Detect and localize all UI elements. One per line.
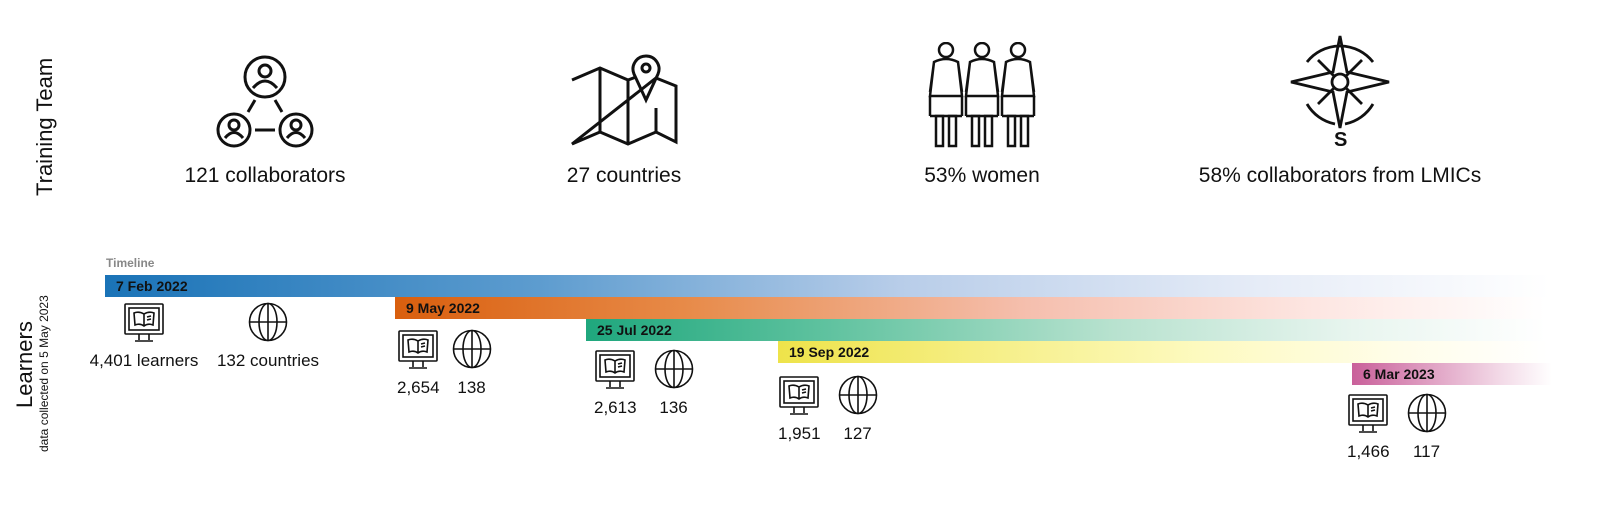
stat-collaborators: 121 collaborators bbox=[85, 50, 445, 188]
cohort-bar-jul-2022: 25 Jul 2022 bbox=[586, 319, 1546, 341]
country-count: 132 countries bbox=[216, 351, 320, 370]
learner-count: 4,401 learners bbox=[89, 351, 199, 370]
training-team-label: Training Team bbox=[32, 57, 57, 196]
elearning-monitor-icon bbox=[779, 376, 820, 415]
stat-women: 53% women bbox=[802, 42, 1162, 188]
cohort-bar-feb-2022: 7 Feb 2022 bbox=[105, 275, 1550, 297]
map-pin-icon bbox=[571, 54, 678, 146]
collaborators-network-icon bbox=[216, 55, 314, 148]
timeline-label: Timeline bbox=[106, 256, 155, 270]
country-count: 117 bbox=[1412, 442, 1441, 461]
elearning-monitor-icon bbox=[124, 303, 164, 342]
stat-countries: 27 countries bbox=[444, 50, 804, 188]
learner-count: 1,466 bbox=[1347, 442, 1390, 461]
cohort-stats-may-2022: 2,654 138 bbox=[397, 329, 492, 398]
stat-text: 58% collaborators from LMICs bbox=[1198, 164, 1482, 187]
compass-icon: S bbox=[1290, 35, 1390, 150]
cohort-bar-mar-2023: 6 Mar 2023 bbox=[1352, 363, 1552, 385]
globe-icon bbox=[1407, 393, 1446, 433]
cohort-stats-feb-2022: 4,401 learners 132 countries bbox=[85, 302, 323, 371]
stat-lmics: S 58% collaborators from LMICs bbox=[1160, 35, 1520, 188]
learner-count: 1,951 bbox=[778, 424, 821, 443]
data-collected-note: data collected on 5 May 2023 bbox=[37, 295, 51, 452]
cohort-stats-jul-2022: 2,613 136 bbox=[594, 349, 699, 418]
elearning-monitor-icon bbox=[595, 350, 636, 389]
stat-text: 27 countries bbox=[566, 164, 682, 187]
stat-text: 53% women bbox=[924, 164, 1040, 187]
cohort-bar-may-2022: 9 May 2022 bbox=[395, 297, 1545, 319]
cohort-bar-sep-2022: 19 Sep 2022 bbox=[778, 341, 1548, 363]
country-count: 138 bbox=[457, 378, 486, 397]
elearning-monitor-icon bbox=[398, 330, 439, 369]
globe-icon bbox=[838, 375, 877, 415]
learner-count: 2,613 bbox=[594, 398, 637, 417]
women-group-icon bbox=[928, 42, 1036, 148]
cohort-stats-mar-2023: 1,466 117 bbox=[1347, 393, 1452, 462]
stat-text: 121 collaborators bbox=[184, 164, 346, 187]
svg-text:S: S bbox=[1334, 129, 1347, 150]
globe-icon bbox=[654, 349, 693, 389]
learner-count: 2,654 bbox=[397, 378, 440, 397]
country-count: 127 bbox=[843, 424, 872, 443]
cohort-stats-sep-2022: 1,951 127 bbox=[778, 375, 883, 444]
globe-icon bbox=[452, 329, 491, 369]
country-count: 136 bbox=[659, 398, 688, 417]
learners-label: Learners bbox=[12, 321, 37, 408]
globe-icon bbox=[248, 302, 288, 342]
elearning-monitor-icon bbox=[1348, 394, 1389, 433]
